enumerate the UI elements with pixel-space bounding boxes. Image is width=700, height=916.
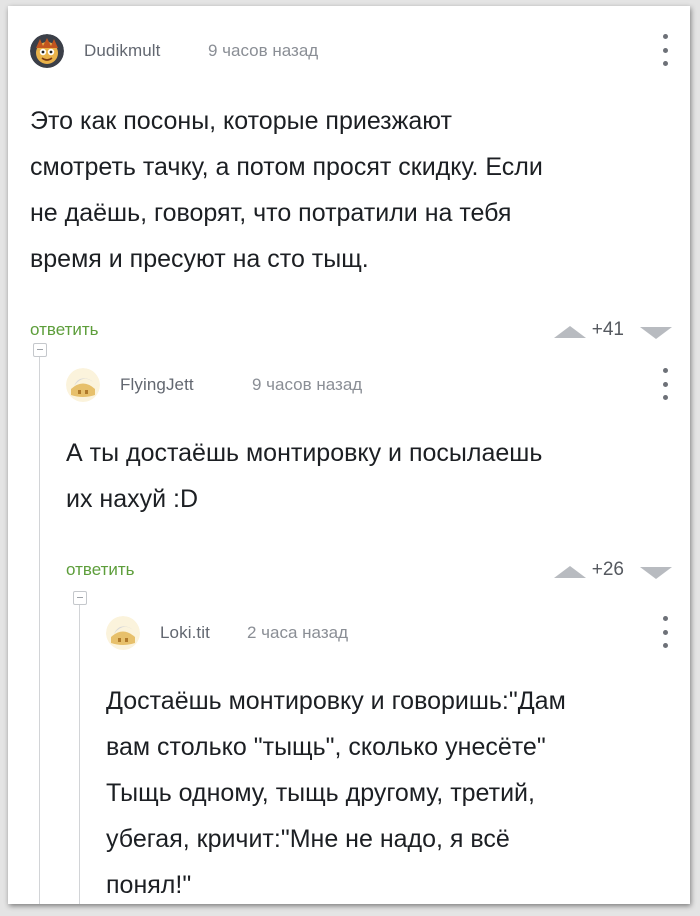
comment-time[interactable]: 9 часов назад xyxy=(208,41,318,61)
comment-header: FlyingJett 9 часов назад xyxy=(66,364,672,404)
thread-line[interactable] xyxy=(39,352,40,904)
collapse-thread-toggle[interactable] xyxy=(73,591,87,605)
default-avatar-icon xyxy=(66,368,100,402)
comment-author[interactable]: Dudikmult xyxy=(84,41,160,61)
reply-button[interactable]: ответить xyxy=(30,320,99,340)
avatar[interactable] xyxy=(30,34,64,68)
comment-footer: ответить +41 xyxy=(30,312,672,352)
comment-footer: ответить +26 xyxy=(66,552,672,592)
comment-header: Dudikmult 9 часов назад xyxy=(30,30,672,70)
more-options-icon[interactable] xyxy=(660,34,670,66)
comment-time[interactable]: 9 часов назад xyxy=(252,375,362,395)
comment-rating: +26 xyxy=(591,559,624,580)
comments-card: Dudikmult 9 часов назад Это как посоны, … xyxy=(8,6,690,904)
comment-author[interactable]: Loki.tit xyxy=(160,623,210,643)
comment-author[interactable]: FlyingJett xyxy=(120,375,194,395)
comment-text: Достаёшь монтировку и говоришь:"Дам вам … xyxy=(106,687,566,899)
downvote-icon[interactable] xyxy=(640,567,672,579)
comment-rating: +41 xyxy=(591,319,624,340)
default-avatar-icon xyxy=(106,616,140,650)
downvote-icon[interactable] xyxy=(640,327,672,339)
more-options-icon[interactable] xyxy=(660,616,670,648)
avatar[interactable] xyxy=(106,616,140,650)
comment-text: А ты достаёшь монтировку и посылаешь их … xyxy=(66,439,543,513)
upvote-icon[interactable] xyxy=(554,566,586,578)
comment-text: Это как посоны, которые приезжают смотре… xyxy=(30,107,543,273)
upvote-icon[interactable] xyxy=(554,326,586,338)
comment-header: Loki.tit 2 часа назад xyxy=(106,612,672,652)
comment: Loki.tit 2 часа назад Достаёшь монтировк… xyxy=(106,612,672,904)
comment: FlyingJett 9 часов назад А ты достаёшь м… xyxy=(66,364,672,592)
avatar[interactable] xyxy=(66,368,100,402)
reply-button[interactable]: ответить xyxy=(66,560,135,580)
comment: Dudikmult 9 часов назад Это как посоны, … xyxy=(30,30,672,352)
thread-line[interactable] xyxy=(79,600,80,904)
comment-time[interactable]: 2 часа назад xyxy=(247,623,348,643)
cartoon-face-avatar-icon xyxy=(30,34,64,68)
more-options-icon[interactable] xyxy=(660,368,670,400)
